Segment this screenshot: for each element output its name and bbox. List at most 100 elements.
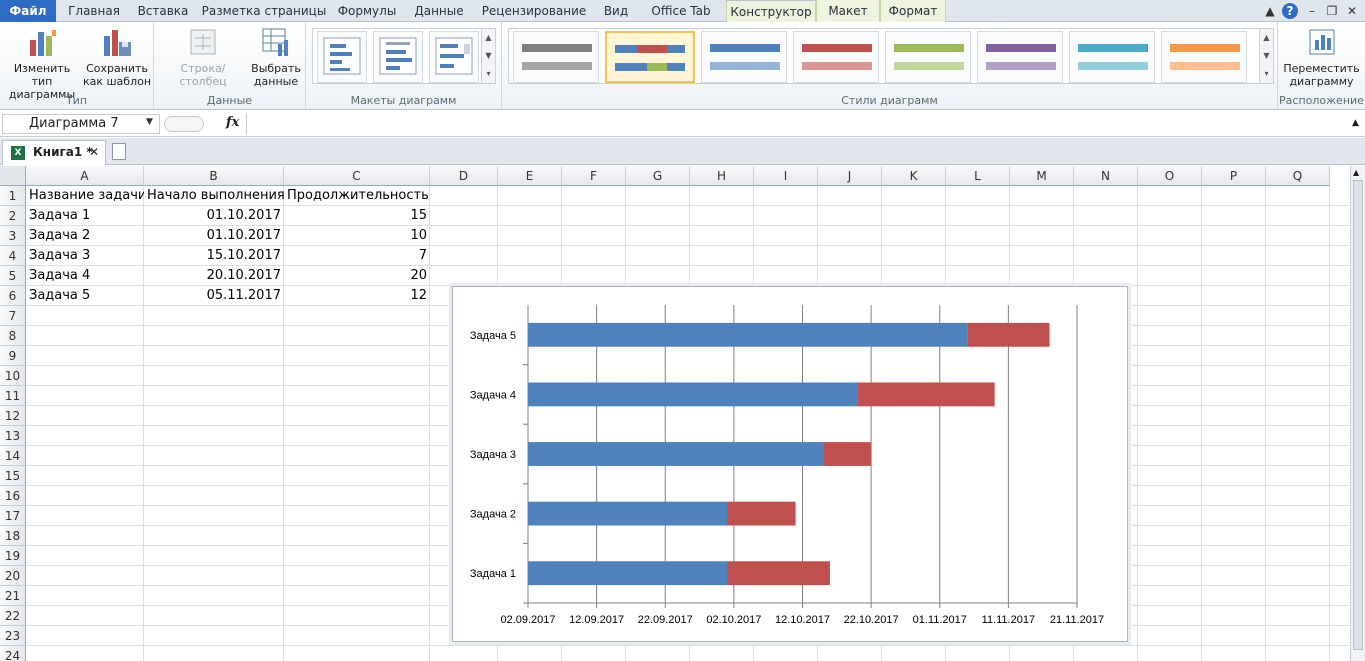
row-header-18[interactable]: 18 <box>0 526 26 546</box>
vertical-scrollbar[interactable]: ▲ <box>1350 166 1365 661</box>
chart-layout-3[interactable] <box>429 31 479 83</box>
column-header-p[interactable]: P <box>1202 166 1266 186</box>
cell-c2[interactable]: 15 <box>284 206 430 226</box>
column-header-h[interactable]: H <box>690 166 754 186</box>
cell-b5[interactable]: 20.10.2017 <box>144 266 284 286</box>
row-header-15[interactable]: 15 <box>0 466 26 486</box>
row-header-10[interactable]: 10 <box>0 366 26 386</box>
row-header-9[interactable]: 9 <box>0 346 26 366</box>
close-icon[interactable]: ✕ <box>1344 3 1360 19</box>
row-header-8[interactable]: 8 <box>0 326 26 346</box>
cell-b6[interactable]: 05.11.2017 <box>144 286 284 306</box>
fx-icon[interactable]: fx <box>226 115 239 130</box>
row-header-11[interactable]: 11 <box>0 386 26 406</box>
tab-formulas[interactable]: Формулы <box>334 0 400 22</box>
cell-a4[interactable]: Задача 3 <box>26 246 144 266</box>
row-header-24[interactable]: 24 <box>0 646 26 661</box>
column-header-l[interactable]: L <box>946 166 1010 186</box>
cell-b4[interactable]: 15.10.2017 <box>144 246 284 266</box>
column-header-m[interactable]: M <box>1010 166 1074 186</box>
cell-a2[interactable]: Задача 1 <box>26 206 144 226</box>
chart-style-8[interactable] <box>1161 31 1247 83</box>
restore-icon[interactable]: ❐ <box>1324 3 1340 19</box>
row-header-13[interactable]: 13 <box>0 426 26 446</box>
row-header-16[interactable]: 16 <box>0 486 26 506</box>
cell-b2[interactable]: 01.10.2017 <box>144 206 284 226</box>
column-header-i[interactable]: I <box>754 166 818 186</box>
row-header-19[interactable]: 19 <box>0 546 26 566</box>
chart-style-6[interactable] <box>977 31 1063 83</box>
column-header-e[interactable]: E <box>498 166 562 186</box>
tab-data[interactable]: Данные <box>406 0 472 22</box>
minimize-icon[interactable]: – <box>1304 3 1320 19</box>
close-workbook-icon[interactable]: ✕ <box>89 141 99 163</box>
chart-style-4[interactable] <box>793 31 879 83</box>
scroll-up-icon[interactable]: ▲ <box>1353 168 1359 177</box>
column-header-k[interactable]: K <box>882 166 946 186</box>
row-header-23[interactable]: 23 <box>0 626 26 646</box>
select-all-corner[interactable] <box>0 166 26 186</box>
column-header-q[interactable]: Q <box>1266 166 1330 186</box>
expand-formula-bar-icon[interactable]: ▲ <box>1352 118 1359 128</box>
scroll-thumb[interactable] <box>1353 180 1363 650</box>
tab-view[interactable]: Вид <box>596 0 636 22</box>
cell-a3[interactable]: Задача 2 <box>26 226 144 246</box>
column-header-g[interactable]: G <box>626 166 690 186</box>
row-header-22[interactable]: 22 <box>0 606 26 626</box>
row-header-12[interactable]: 12 <box>0 406 26 426</box>
help-icon[interactable]: ? <box>1282 3 1298 19</box>
tab-office-tab[interactable]: Office Tab <box>642 0 720 22</box>
new-document-icon[interactable] <box>112 143 126 160</box>
tab-layout[interactable]: Макет <box>816 0 880 22</box>
row-header-1[interactable]: 1 <box>0 186 26 206</box>
column-header-n[interactable]: N <box>1074 166 1138 186</box>
row-header-14[interactable]: 14 <box>0 446 26 466</box>
column-header-d[interactable]: D <box>430 166 498 186</box>
formula-bar-handle[interactable] <box>164 116 204 132</box>
row-header-21[interactable]: 21 <box>0 586 26 606</box>
formula-input[interactable] <box>246 113 1348 135</box>
column-header-f[interactable]: F <box>562 166 626 186</box>
cell-c6[interactable]: 12 <box>284 286 430 306</box>
tab-insert[interactable]: Вставка <box>132 0 194 22</box>
cell-a5[interactable]: Задача 4 <box>26 266 144 286</box>
cell-a6[interactable]: Задача 5 <box>26 286 144 306</box>
tab-design[interactable]: Конструктор <box>726 0 816 23</box>
chart-layout-1[interactable] <box>317 31 367 83</box>
row-header-7[interactable]: 7 <box>0 306 26 326</box>
cell-c4[interactable]: 7 <box>284 246 430 266</box>
name-box-dropdown-icon[interactable]: ▼ <box>146 117 153 127</box>
chart-style-5[interactable] <box>885 31 971 83</box>
column-header-a[interactable]: A <box>26 166 144 186</box>
chart-style-7[interactable] <box>1069 31 1155 83</box>
select-data-button[interactable]: Выбрать данные <box>250 26 302 88</box>
chart-style-1[interactable] <box>513 31 599 83</box>
collapse-ribbon-icon[interactable]: ▲ <box>1262 3 1278 19</box>
chart-style-2-selected[interactable] <box>605 31 695 83</box>
styles-scroll-icon[interactable]: ▲ ▼ ▾ <box>1259 29 1273 83</box>
column-header-o[interactable]: O <box>1138 166 1202 186</box>
cell-a1[interactable]: Название задачи <box>26 186 144 206</box>
workbook-tab[interactable]: X Книга1 * ✕ <box>2 140 106 165</box>
column-header-b[interactable]: B <box>144 166 284 186</box>
row-header-4[interactable]: 4 <box>0 246 26 266</box>
cell-c1[interactable]: Продолжительность <box>284 186 430 206</box>
column-header-j[interactable]: J <box>818 166 882 186</box>
row-header-6[interactable]: 6 <box>0 286 26 306</box>
name-box[interactable]: Диаграмма 7 <box>2 114 160 134</box>
cell-b1[interactable]: Начало выполнения <box>144 186 284 206</box>
move-chart-button[interactable]: Переместить диаграмму <box>1280 26 1363 88</box>
row-header-2[interactable]: 2 <box>0 206 26 226</box>
row-header-20[interactable]: 20 <box>0 566 26 586</box>
tab-review[interactable]: Рецензирование <box>478 0 590 22</box>
gantt-chart[interactable]: 02.09.2017 12.09.2017 22.09.2017 02.10.2017… <box>452 286 1128 642</box>
chart-style-3[interactable] <box>701 31 787 83</box>
change-chart-type-button[interactable]: Изменить тип диаграммы <box>4 26 80 101</box>
cell-c3[interactable]: 10 <box>284 226 430 246</box>
row-header-17[interactable]: 17 <box>0 506 26 526</box>
switch-row-column-button[interactable]: Строка/столбец <box>158 26 248 88</box>
tab-home[interactable]: Главная <box>62 0 126 22</box>
column-header-c[interactable]: C <box>284 166 430 186</box>
tab-file[interactable]: Файл <box>0 0 56 22</box>
row-header-3[interactable]: 3 <box>0 226 26 246</box>
